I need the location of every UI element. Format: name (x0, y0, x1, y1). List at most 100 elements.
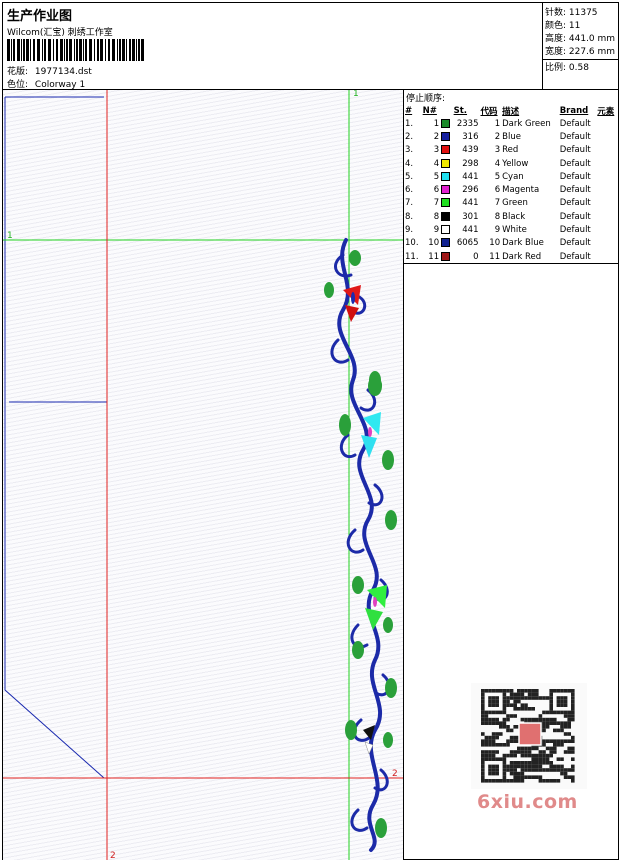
qr-module (495, 743, 499, 747)
barcode-bar (66, 39, 68, 61)
qr-module (545, 739, 550, 743)
qr-module (542, 753, 546, 758)
barcode-bar (100, 39, 103, 61)
qr-module (553, 779, 557, 783)
qr-module (481, 757, 485, 761)
row-code: 2 (494, 131, 501, 142)
qr-module (481, 707, 485, 711)
barcode-bar (105, 39, 106, 61)
qr-module (563, 703, 568, 707)
row-needle: 2 (433, 131, 440, 142)
qr-module (502, 703, 507, 707)
qr-module (491, 710, 496, 715)
qr-module (545, 746, 550, 751)
row-code: 11 (489, 251, 501, 262)
qr-module (560, 757, 564, 761)
qr-module (502, 779, 507, 783)
qr-module (499, 743, 503, 747)
qr-module (499, 710, 503, 715)
qr-module (527, 775, 532, 779)
qr-module (499, 721, 503, 725)
qr-module (495, 710, 499, 715)
colorway-value: Colorway 1 (34, 80, 86, 90)
row-index: 8. (405, 211, 414, 222)
qr-module (488, 696, 492, 700)
qr-module (545, 757, 550, 761)
qr-module (527, 689, 532, 693)
barcode-bar (30, 39, 31, 61)
qr-module (571, 739, 575, 743)
row-needle: 1 (433, 118, 440, 129)
qr-module (488, 703, 492, 707)
qr-module (520, 761, 525, 765)
qr-module (491, 753, 496, 758)
qr-module (502, 771, 507, 776)
qr-module (571, 746, 575, 751)
qr-module (481, 710, 485, 715)
qr-module (524, 717, 528, 722)
qr-module (553, 710, 557, 715)
qr-module (491, 739, 496, 743)
qr-module (513, 703, 517, 707)
qr-module (499, 732, 503, 736)
qr-module (531, 761, 535, 765)
row-swatch (440, 197, 453, 210)
qr-module (517, 696, 521, 700)
qr-module (556, 757, 561, 761)
qr-module (495, 771, 499, 776)
qr-module (506, 743, 510, 747)
col-code: 代码 (480, 106, 498, 117)
qr-module (560, 699, 564, 704)
barcode-bar (21, 39, 22, 61)
qr-module (549, 761, 553, 765)
qr-module (481, 771, 485, 776)
qr-module (481, 768, 485, 772)
row-element (596, 157, 618, 170)
row-element (596, 197, 618, 210)
row-index: 1. (405, 118, 414, 129)
qr-module (491, 743, 496, 747)
qr-module (542, 721, 546, 725)
embroidery-leaves (324, 250, 397, 838)
row-description: Dark Red (502, 251, 542, 262)
qr-module (556, 728, 561, 733)
barcode-bar (122, 39, 125, 61)
table-row: 8. 8 301 8 Black Default (404, 210, 618, 223)
qr-module (549, 746, 553, 751)
barcode-bar (33, 39, 35, 61)
table-row: 5. 5 441 5 Cyan Default (404, 170, 618, 183)
qr-module (488, 721, 492, 725)
row-swatch (440, 130, 453, 143)
qr-module (524, 746, 528, 751)
stats-divider (542, 59, 618, 60)
qr-module (502, 757, 507, 761)
qr-module (484, 710, 489, 715)
qr-module (491, 721, 496, 725)
qr-module (520, 779, 525, 783)
row-swatch (440, 117, 453, 130)
table-row: 9. 9 441 9 White Default (404, 223, 618, 236)
qr-module (491, 699, 496, 704)
qr-module (517, 692, 521, 697)
row-brand: Default (559, 171, 591, 182)
qr-module (491, 735, 496, 740)
qr-module (538, 717, 543, 722)
col-description: 描述 (502, 106, 520, 117)
qr-module (527, 764, 532, 769)
table-row: 7. 7 441 7 Green Default (404, 197, 618, 210)
qr-module (527, 746, 532, 751)
barcode-bar (129, 39, 131, 61)
qr-module (481, 732, 485, 736)
color-swatch (441, 211, 451, 221)
table-header-row: # N# St. 代码 描述 Brand 元素 (404, 104, 618, 117)
qr-module (506, 768, 510, 772)
qr-module (509, 753, 514, 758)
qr-module (538, 714, 543, 718)
row-description: Blue (502, 131, 521, 142)
qr-module (571, 764, 575, 769)
qr-module (481, 739, 485, 743)
qr-module (524, 753, 528, 758)
qr-module (488, 764, 492, 769)
qr-module (542, 743, 546, 747)
qr-module (531, 696, 535, 700)
